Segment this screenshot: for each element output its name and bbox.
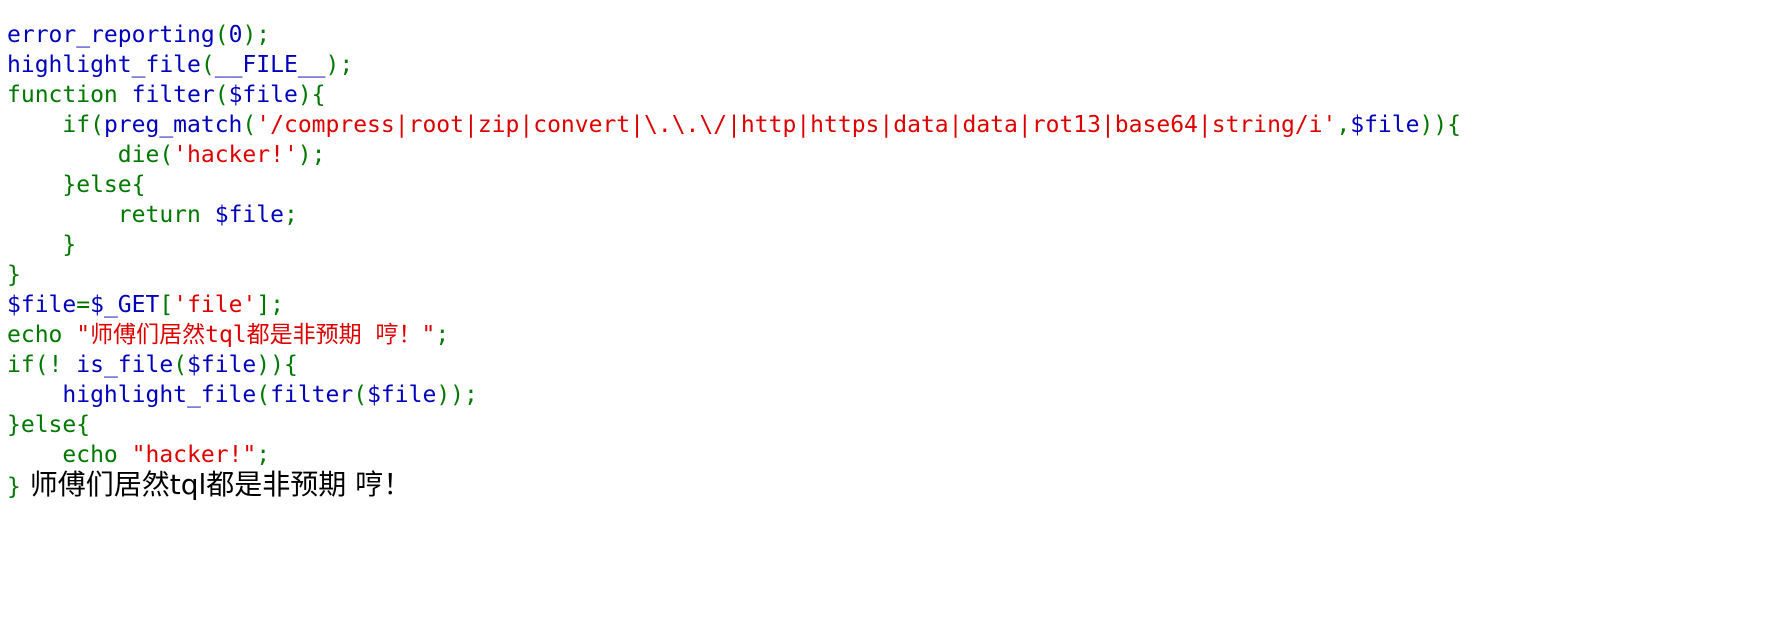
code-line: die('hacker!'); (7, 140, 1767, 170)
code-keyword: }else{ (7, 172, 146, 198)
code-keyword: )){ (1419, 112, 1462, 138)
code-keyword: )); (436, 382, 478, 408)
code-keyword: ); (297, 142, 326, 168)
code-line: function filter($file){ (7, 80, 1767, 110)
code-identifier: $_GET (90, 292, 160, 318)
code-identifier: __FILE__ (214, 52, 326, 78)
code-line: echo "师傅们居然tql都是非预期 哼！"; (7, 320, 1767, 350)
code-line: } (7, 260, 1767, 290)
code-line: }else{ (7, 170, 1767, 200)
code-keyword: return (7, 202, 215, 228)
code-keyword: }else{ (7, 412, 91, 438)
code-string: '/compress|root|zip|convert|\.\.\/|http|… (256, 112, 1337, 138)
code-line: $file=$_GET['file']; (7, 290, 1767, 320)
code-keyword: } (7, 262, 21, 288)
code-keyword: ( (173, 352, 188, 378)
code-string: 'hacker!' (173, 142, 298, 168)
code-line: if(! is_file($file)){ (7, 350, 1767, 380)
code-keyword: } (7, 232, 77, 258)
code-line: }else{ (7, 410, 1767, 440)
code-line: highlight_file(__FILE__); (7, 50, 1767, 80)
code-identifier: error_reporting (7, 22, 215, 48)
code-keyword: ( (214, 22, 229, 48)
code-keyword: if( (7, 112, 104, 138)
code-line: if(preg_match('/compress|root|zip|conver… (7, 110, 1767, 140)
echo-output-text: 师傅们居然tql都是非预期 哼！ (20, 468, 412, 501)
code-string: "师傅们居然tql都是非预期 哼！" (76, 322, 436, 348)
code-keyword: = (76, 292, 91, 318)
code-keyword: } (7, 474, 21, 500)
code-keyword: ); (242, 22, 271, 48)
code-identifier: $file (228, 82, 298, 108)
code-line: } 师傅们居然tql都是非预期 哼！ (7, 468, 1767, 501)
code-keyword (7, 382, 62, 408)
code-line: return $file; (7, 200, 1767, 230)
code-line: } (7, 230, 1767, 260)
code-keyword: ( (353, 382, 368, 408)
code-string: "hacker!" (131, 442, 257, 468)
code-keyword: ; (256, 442, 271, 468)
code-keyword: die( (7, 142, 174, 168)
code-keyword: ( (242, 112, 257, 138)
code-keyword: [ (159, 292, 174, 318)
code-identifier: highlight_file (62, 382, 257, 408)
code-identifier: filter (270, 382, 354, 408)
code-identifier: highlight_file (7, 52, 201, 78)
code-keyword: , (1336, 112, 1351, 138)
code-keyword: )){ (256, 352, 298, 378)
code-identifier: $file (367, 382, 437, 408)
code-line: highlight_file(filter($file)); (7, 380, 1767, 410)
code-keyword: ( (200, 52, 215, 78)
code-string: 'file' (173, 292, 257, 318)
code-identifier: $file (1350, 112, 1420, 138)
code-keyword: ){ (297, 82, 326, 108)
code-keyword: ; (283, 202, 298, 228)
code-identifier: filter (131, 82, 215, 108)
code-keyword: echo (7, 322, 77, 348)
code-keyword: ]; (256, 292, 285, 318)
code-line: echo "hacker!"; (7, 440, 1767, 470)
code-keyword: ( (256, 382, 271, 408)
highlighted-source-code: error_reporting(0); highlight_file(__FILE… (7, 20, 1767, 500)
code-keyword: ; (435, 322, 450, 348)
code-line: error_reporting(0); (7, 20, 1767, 50)
code-identifier: preg_match (103, 112, 243, 138)
code-identifier: is_file (76, 352, 174, 378)
code-identifier: 0 (228, 22, 243, 48)
code-keyword: ( (214, 82, 229, 108)
code-keyword: function (7, 82, 132, 108)
code-identifier: $file (214, 202, 284, 228)
code-identifier: $file (7, 292, 77, 318)
code-identifier: $file (187, 352, 257, 378)
code-keyword: ); (325, 52, 354, 78)
code-keyword: if(! (7, 352, 77, 378)
code-keyword: echo (7, 442, 132, 468)
